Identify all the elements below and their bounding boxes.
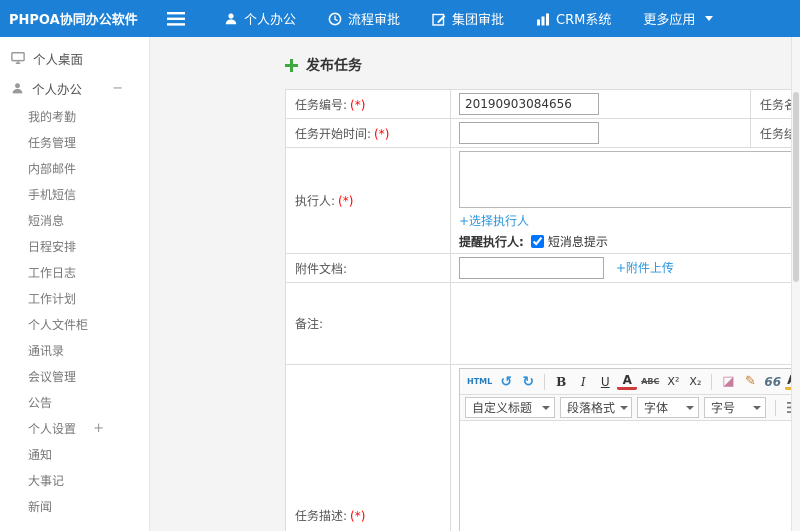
sidebar-item-mobile-sms[interactable]: 手机短信 — [0, 181, 149, 207]
subscript-button[interactable]: X₂ — [685, 372, 705, 392]
main-content: 发布任务 任务编号:(*) 任务名称:(*) 任务开始时间:(*) 任务结束时间… — [150, 37, 800, 531]
nav-label: 个人办公 — [244, 13, 297, 28]
strikethrough-button[interactable]: ABC — [639, 372, 661, 392]
sidebar-item-contacts[interactable]: 通讯录 — [0, 337, 149, 363]
editor-toolbar-row1: HTML ↺ ↻ B I U A ABC X² X₂ ◪ ✎ 66 — [460, 369, 800, 395]
nav-label: 集团审批 — [452, 13, 505, 28]
bold-button[interactable]: B — [551, 372, 571, 392]
remind-executor-label: 提醒执行人: — [459, 235, 524, 249]
page-title: 发布任务 — [285, 55, 800, 75]
collapse-icon[interactable]: − — [112, 82, 123, 95]
nav-label: 流程审批 — [348, 13, 401, 28]
sidebar-item-schedule[interactable]: 日程安排 — [0, 233, 149, 259]
attachment-input[interactable] — [459, 257, 604, 279]
bar-chart-icon — [537, 13, 550, 25]
start-time-label: 任务开始时间: (*) — [285, 118, 451, 148]
sidebar-item-meeting-management[interactable]: 会议管理 — [0, 363, 149, 389]
top-nav: 个人办公 流程审批 集团审批 CRM系统 更多应用 — [208, 0, 729, 37]
chevron-down-icon — [753, 405, 761, 410]
edit-icon — [432, 13, 446, 26]
menu-toggle-button[interactable] — [150, 0, 202, 37]
italic-button[interactable]: I — [573, 372, 593, 392]
sidebar-item-personal-settings[interactable]: 个人设置 + — [0, 415, 149, 441]
sidebar-item-task-management[interactable]: 任务管理 — [0, 129, 149, 155]
nav-label: CRM系统 — [556, 13, 612, 28]
expand-icon[interactable]: + — [93, 422, 104, 435]
sms-remind-label: 短消息提示 — [547, 235, 608, 249]
start-time-input[interactable] — [459, 122, 599, 144]
sidebar-item-announcement[interactable]: 公告 — [0, 389, 149, 415]
vertical-scrollbar[interactable] — [791, 37, 800, 531]
sidebar-item-work-log[interactable]: 工作日志 — [0, 259, 149, 285]
attachment-upload-link[interactable]: +附件上传 — [616, 261, 674, 275]
user-icon — [225, 12, 237, 24]
blockquote-button[interactable]: 66 — [762, 372, 783, 392]
sms-remind-checkbox[interactable] — [530, 235, 544, 248]
nav-group-approval[interactable]: 集团审批 — [416, 0, 520, 37]
rich-text-editor: HTML ↺ ↻ B I U A ABC X² X₂ ◪ ✎ 66 自定义标题 … — [459, 368, 800, 531]
sidebar-item-internal-mail[interactable]: 内部邮件 — [0, 155, 149, 181]
attachment-label: 附件文档: — [285, 253, 451, 283]
nav-process-approval[interactable]: 流程审批 — [312, 0, 416, 37]
undo-button[interactable]: ↺ — [496, 372, 516, 392]
executor-label: 执行人: (*) — [285, 147, 451, 254]
remove-format-button[interactable]: ◪ — [718, 372, 738, 392]
toolbar-separator — [711, 373, 713, 390]
custom-title-dropdown[interactable]: 自定义标题 — [465, 397, 555, 418]
clock-icon — [328, 12, 342, 25]
task-number-input[interactable] — [459, 93, 599, 115]
topbar: PHPOA协同办公软件 个人办公 流程审批 集团审批 CRM系统 更多应用 — [0, 0, 800, 37]
sidebar-item-short-message[interactable]: 短消息 — [0, 207, 149, 233]
remark-textarea[interactable] — [459, 287, 800, 360]
redo-button[interactable]: ↻ — [518, 372, 538, 392]
font-size-dropdown[interactable]: 字号 — [704, 397, 766, 418]
sidebar-item-personal-office[interactable]: 个人办公 − — [0, 73, 149, 103]
toolbar-separator — [775, 399, 776, 416]
sidebar-item-notice[interactable]: 通知 — [0, 441, 149, 467]
executor-textarea[interactable] — [459, 151, 796, 208]
desktop-icon — [11, 52, 25, 64]
sidebar-item-file-cabinet[interactable]: 个人文件柜 — [0, 311, 149, 337]
sidebar-item-work-plan[interactable]: 工作计划 — [0, 285, 149, 311]
nav-label: 更多应用 — [643, 13, 696, 28]
hamburger-icon — [167, 11, 185, 26]
superscript-button[interactable]: X² — [663, 372, 683, 392]
app-logo[interactable]: PHPOA协同办公软件 — [0, 0, 150, 37]
sidebar-item-my-attendance[interactable]: 我的考勤 — [0, 103, 149, 129]
green-plus-icon — [285, 58, 298, 72]
sidebar-item-label: 个人办公 — [32, 81, 83, 97]
nav-personal-office[interactable]: 个人办公 — [208, 0, 312, 37]
publish-task-form: 任务编号:(*) 任务名称:(*) 任务开始时间:(*) 任务结束时间:(*) … — [285, 89, 800, 531]
sidebar-item-label: 个人桌面 — [33, 51, 84, 67]
task-description-label: 任务描述: (*) — [285, 364, 451, 531]
chevron-down-icon — [705, 16, 714, 21]
task-description-editor-body[interactable] — [460, 421, 800, 531]
scrollbar-thumb[interactable] — [793, 92, 799, 282]
font-family-dropdown[interactable]: 字体 — [637, 397, 699, 418]
task-number-label: 任务编号: (*) — [285, 89, 451, 119]
select-executor-link[interactable]: +选择执行人 — [459, 214, 529, 228]
format-painter-button[interactable]: ✎ — [740, 372, 760, 392]
sidebar-item-news[interactable]: 新闻 — [0, 493, 149, 519]
editor-toolbar-row2: 自定义标题 段落格式 字体 字号 — [460, 395, 800, 421]
chevron-down-icon — [620, 405, 629, 410]
chevron-down-icon — [686, 405, 694, 410]
html-source-button[interactable]: HTML — [465, 372, 494, 392]
nav-more-apps[interactable]: 更多应用 — [627, 0, 729, 37]
remark-label: 备注: — [285, 282, 451, 365]
chevron-down-icon — [542, 405, 550, 410]
sidebar-item-memorabilia[interactable]: 大事记 — [0, 467, 149, 493]
user-icon — [12, 82, 23, 93]
paragraph-format-dropdown[interactable]: 段落格式 — [560, 397, 632, 418]
underline-button[interactable]: U — [595, 372, 615, 392]
nav-crm-system[interactable]: CRM系统 — [520, 0, 627, 37]
font-color-button[interactable]: A — [617, 373, 638, 390]
toolbar-separator — [544, 373, 546, 390]
sidebar: 个人桌面 个人办公 − 我的考勤 任务管理 内部邮件 手机短信 短消息 日程安排… — [0, 37, 150, 531]
sidebar-item-desktop[interactable]: 个人桌面 — [0, 43, 149, 73]
